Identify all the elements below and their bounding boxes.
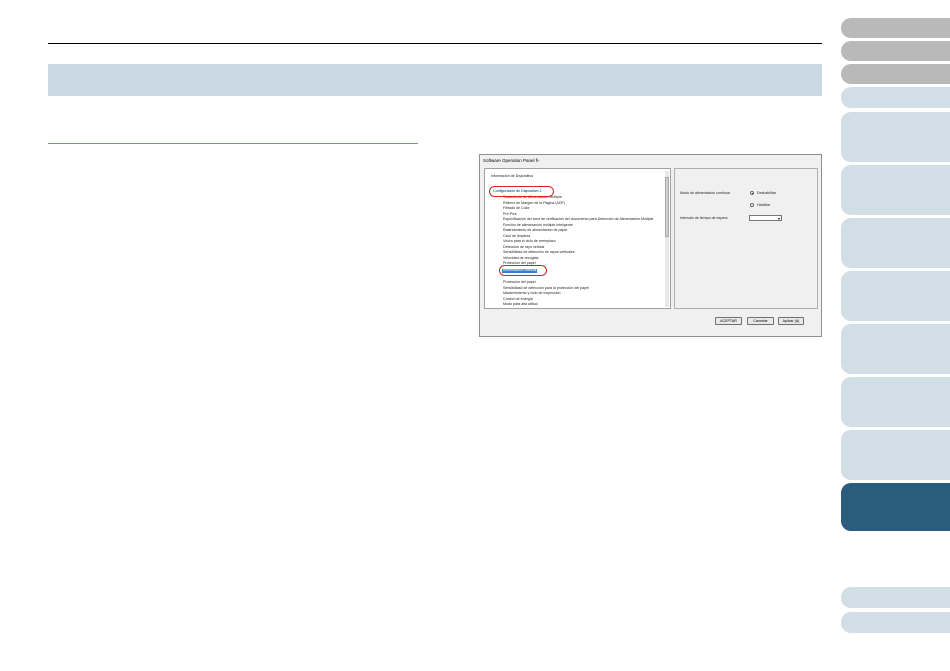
nav-tab-6[interactable] bbox=[841, 165, 950, 215]
apply-button[interactable]: Aplicar (A) bbox=[778, 317, 804, 325]
tree-item[interactable]: Sensibilidad de detección de rayos verti… bbox=[503, 250, 575, 255]
dialog-screenshot: Software Operation Panel fi- Información… bbox=[479, 154, 822, 337]
section-rule bbox=[48, 143, 418, 144]
nav-tab-10[interactable] bbox=[841, 377, 950, 427]
option-enable-label: Habilitar bbox=[757, 203, 771, 207]
tree-item[interactable]: Función de alimentación múltiple intelig… bbox=[503, 223, 573, 228]
ok-button[interactable]: ACEPTAR bbox=[715, 317, 742, 325]
highlight-circle bbox=[499, 265, 547, 276]
tree-item[interactable]: Velocidad de recogida bbox=[503, 256, 538, 261]
tree-item[interactable]: Sensibilidad de detección para la protec… bbox=[503, 286, 589, 291]
nav-tab-bottom-2[interactable] bbox=[841, 612, 950, 633]
nav-tab-2[interactable] bbox=[841, 41, 950, 61]
tree-item[interactable]: Relleno de Margen de la Página (ADF) bbox=[503, 201, 565, 206]
nav-tab-7[interactable] bbox=[841, 218, 950, 268]
nav-tab-1[interactable] bbox=[841, 18, 950, 38]
settings-tree[interactable]: Información de Dispositivo Configuración… bbox=[484, 168, 671, 309]
tree-item[interactable]: Ciclo de limpieza bbox=[503, 234, 530, 239]
dialog-title: Software Operation Panel fi- bbox=[483, 158, 540, 163]
tree-item[interactable]: Detección de rayo vertical bbox=[503, 245, 544, 250]
tree-item[interactable]: Información de Dispositivo bbox=[491, 174, 533, 179]
tree-item[interactable]: Pre-Pick bbox=[503, 212, 517, 217]
continuous-feed-label: Modo de alimentación continua bbox=[680, 191, 730, 195]
tree-item[interactable]: Protección del papel bbox=[503, 280, 536, 285]
nav-tab-9[interactable] bbox=[841, 324, 950, 374]
option-disable-label: Deshabilitar bbox=[757, 191, 776, 195]
nav-tab-3[interactable] bbox=[841, 64, 950, 84]
nav-tab-5[interactable] bbox=[841, 112, 950, 162]
nav-tab-4[interactable] bbox=[841, 87, 950, 108]
tree-item[interactable]: Mantenimiento y ciclo de inspección bbox=[503, 291, 561, 296]
radio-disable[interactable] bbox=[750, 191, 754, 195]
tree-scrollbar[interactable] bbox=[665, 171, 669, 307]
wait-time-label: Intervalo de tiempo de espera bbox=[680, 216, 728, 220]
cancel-button[interactable]: Cancelar bbox=[747, 317, 774, 325]
tree-item[interactable]: Control de energía bbox=[503, 297, 533, 302]
tree-item[interactable]: Visión para el ciclo de reemplazo bbox=[503, 239, 556, 244]
tree-item[interactable]: Rastreamiento de alimentación de papel bbox=[503, 228, 567, 233]
wait-time-select[interactable]: ▾ bbox=[749, 215, 782, 221]
tree-item[interactable]: Modo para alta altitud bbox=[503, 302, 538, 307]
tree-item[interactable]: Filtrado de Color bbox=[503, 206, 530, 211]
scrollbar-thumb[interactable] bbox=[665, 177, 669, 237]
chevron-down-icon: ▾ bbox=[777, 216, 780, 221]
section-header-band bbox=[48, 64, 822, 96]
nav-tab-active[interactable] bbox=[841, 483, 950, 531]
settings-panel: Modo de alimentación continua Deshabilit… bbox=[674, 168, 818, 309]
nav-tab-8[interactable] bbox=[841, 271, 950, 321]
radio-enable[interactable] bbox=[750, 203, 754, 207]
nav-tab-bottom-1[interactable] bbox=[841, 587, 950, 608]
highlight-circle bbox=[489, 186, 554, 197]
tree-item[interactable]: Especificación del área de verificación … bbox=[503, 217, 653, 222]
top-rule bbox=[48, 43, 822, 44]
nav-tab-11[interactable] bbox=[841, 430, 950, 480]
